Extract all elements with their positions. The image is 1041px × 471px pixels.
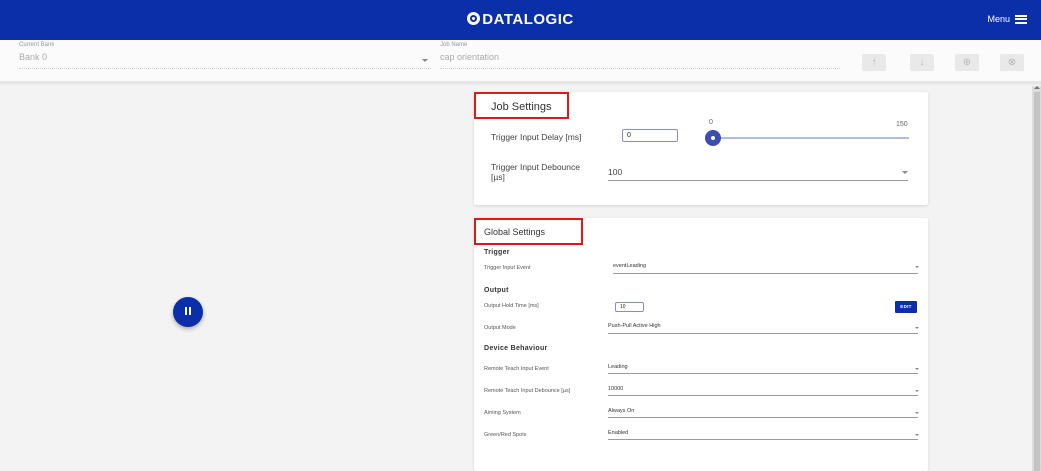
job-toolbar: Current Bank Bank 0 Job Name cap orienta… [0,40,1041,82]
delete-job-button[interactable]: ⊗ [1000,54,1024,71]
brand-name: DATALOGIC [482,11,574,28]
dropdown-caret-icon [915,327,919,329]
trigger-debounce-underline [608,180,908,181]
aiming-underline [608,417,918,418]
output-mode-label: Output Mode [484,325,516,331]
trigger-debounce-label: Trigger Input Debounce [µs] [491,162,580,182]
scroll-up-arrow-icon[interactable] [1034,86,1040,89]
job-settings-title: Job Settings [491,101,552,113]
aiming-select[interactable]: Always On [608,408,634,414]
output-mode-select[interactable]: Push-Pull Active High [608,323,661,329]
current-bank-select[interactable]: Bank 0 [19,52,47,62]
remote-event-label: Remote Teach Input Event [484,366,549,372]
brand-logo: DATALOGIC [0,11,1041,28]
hold-time-input[interactable]: 10 [615,302,644,312]
menu-button[interactable]: Menu [987,14,1027,24]
slider-max-label: 150 [896,121,908,128]
job-name-label: Job Name [440,42,468,48]
hold-time-label: Output Hold Time [ms] [484,303,539,309]
cancel-circle-icon: ⊗ [1007,57,1017,68]
add-job-button[interactable]: ⊕ [955,54,979,71]
remote-debounce-underline [608,395,918,396]
global-settings-title: Global Settings [484,227,546,237]
remote-event-underline [608,373,918,374]
job-settings-card: Job Settings Trigger Input Delay [ms] 0 … [474,92,928,205]
edit-button[interactable]: EDIT [895,301,917,313]
pause-bar-left [185,307,187,315]
output-mode-underline [608,333,918,334]
toolbar-shadow [0,82,1041,86]
remote-debounce-label: Remote Teach Input Debounce [µs] [484,388,571,394]
trigger-delay-label: Trigger Input Delay [ms] [491,132,582,142]
remote-debounce-select[interactable]: 10000 [608,386,623,392]
trigger-debounce-select[interactable]: 100 [608,167,622,177]
dropdown-caret-icon [915,412,919,414]
dropdown-caret-icon [915,368,919,370]
pause-bar-right [189,307,191,315]
trigger-event-underline [613,273,918,274]
aiming-label: Aiming System [484,410,521,416]
trigger-delay-input[interactable]: 0 [622,129,678,142]
hold-time-value: 10 [620,304,626,310]
output-section-title: Output [484,287,509,294]
dropdown-caret-icon [422,59,428,62]
add-circle-icon: ⊕ [962,57,972,68]
remote-event-select[interactable]: Leading [608,364,628,370]
pause-button[interactable] [173,297,203,327]
top-bar: DATALOGIC Menu [0,0,1041,40]
slider-min-label: 0 [709,119,713,126]
job-underline [440,68,840,69]
menu-label: Menu [987,14,1010,24]
trigger-delay-slider-thumb[interactable] [705,130,721,146]
arrow-down-icon: ↓ [919,57,925,68]
dropdown-caret-icon [915,390,919,392]
datalogic-logo-icon [467,12,481,25]
dropdown-caret-icon [915,434,919,436]
current-bank-label: Current Bank [19,42,55,48]
job-name-input[interactable]: cap orientation [440,52,499,62]
device-section-title: Device Behaviour [484,345,548,352]
trigger-section-title: Trigger [484,249,510,256]
trigger-event-select[interactable]: eventLeading [613,263,646,269]
global-settings-card: Global Settings Trigger Trigger Input Ev… [474,218,928,471]
spots-label: Green/Red Spots [484,432,527,438]
spots-select[interactable]: Enabled [608,430,628,436]
dropdown-caret-icon [915,266,919,268]
spots-underline [608,439,918,440]
move-up-button[interactable]: ↑ [862,54,886,71]
trigger-event-label: Trigger Input Event [484,265,531,271]
move-down-button[interactable]: ↓ [910,54,934,71]
arrow-up-icon: ↑ [871,57,877,68]
trigger-delay-value: 0 [627,132,631,139]
dropdown-caret-icon [902,171,908,174]
hamburger-icon [1015,14,1027,24]
scrollbar-thumb[interactable] [1034,92,1040,471]
bank-underline [19,68,431,69]
trigger-delay-slider-track[interactable] [713,137,909,139]
